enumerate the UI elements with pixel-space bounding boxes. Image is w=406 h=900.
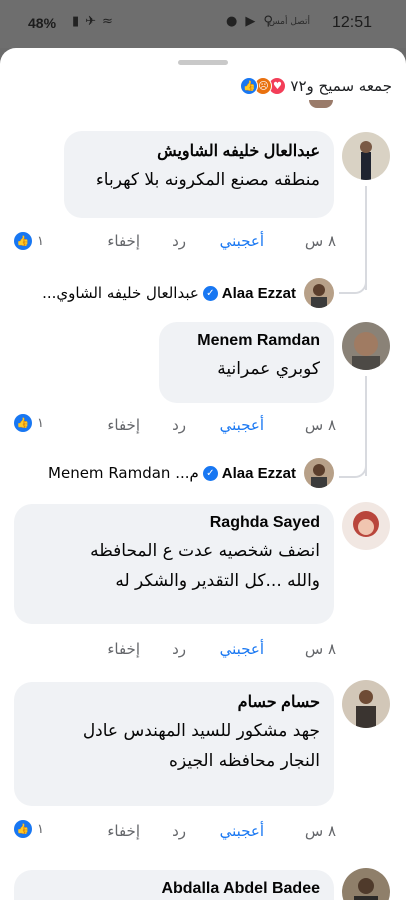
- avatar[interactable]: [342, 680, 390, 728]
- reply-author: Alaa Ezzat: [221, 284, 296, 302]
- verified-badge-icon: ✓: [202, 285, 218, 301]
- comment-text: جهد مشكور للسيد المهندس عادل النجار محاف…: [28, 716, 320, 776]
- reply-preview[interactable]: Alaa Ezzat ✓ عبدالعال خليفه الشاوي...: [42, 280, 296, 306]
- comment-bubble[interactable]: عبدالعال خليفه الشاويش منطقه مصنع المكرو…: [64, 131, 334, 218]
- reply-button[interactable]: رد: [172, 822, 186, 840]
- thread-connector: [339, 444, 367, 478]
- like-count-value: ١: [37, 415, 44, 431]
- comment-author[interactable]: Abdalla Abdel Badee: [28, 880, 320, 898]
- comment-text: انضف شخصيه عدت ع المحافظه والله ...كل ال…: [28, 536, 320, 596]
- comment-text-line: جهد مشكور للسيد المهندس عادل: [82, 721, 320, 741]
- like-icon: 👍: [14, 414, 32, 432]
- comment-text-line: انضف شخصيه عدت ع المحافظه: [90, 541, 320, 561]
- comment-text: منطقه مصنع المكرونه بلا كهرباء: [95, 170, 320, 190]
- comment-actions: ٨ س أعجبني رد إخفاء: [0, 640, 406, 662]
- like-icon: 👍: [14, 232, 32, 250]
- hide-button[interactable]: إخفاء: [107, 640, 140, 658]
- comment-author[interactable]: Menem Ramdan: [173, 332, 320, 350]
- reply-author: Alaa Ezzat: [221, 464, 296, 482]
- thread-connector: [339, 260, 367, 294]
- avatar[interactable]: [342, 502, 390, 550]
- reply-text: عبدالعال خليفه الشاوي...: [42, 284, 199, 302]
- like-button[interactable]: أعجبني: [220, 416, 264, 434]
- battery-level: 48%: [28, 15, 57, 31]
- comment-text-line: النجار محافظه الجيزه: [169, 751, 320, 771]
- avatar[interactable]: [342, 868, 390, 900]
- comment-text: كوبري عمرانية: [217, 359, 320, 379]
- avatar[interactable]: [342, 132, 390, 180]
- like-count[interactable]: 👍 ١: [14, 820, 44, 838]
- like-button[interactable]: أعجبني: [220, 822, 264, 840]
- like-button[interactable]: أعجبني: [220, 640, 264, 658]
- verified-badge-icon: ✓: [202, 465, 218, 481]
- status-time: 12:51: [331, 14, 372, 31]
- like-count[interactable]: 👍 ١: [14, 232, 44, 250]
- reactions-summary-label: جمعه سميح و٧٢: [290, 77, 392, 95]
- like-icon: 👍: [14, 820, 32, 838]
- avatar: [309, 100, 333, 108]
- reply-button[interactable]: رد: [172, 416, 186, 434]
- avatar[interactable]: [342, 322, 390, 370]
- comment-author[interactable]: حسام حسام: [28, 692, 320, 712]
- avatar[interactable]: [304, 278, 334, 308]
- hide-button[interactable]: إخفاء: [107, 822, 140, 840]
- comment-time: ٨ س: [304, 822, 336, 840]
- comment-text-line: والله ...كل التقدير والشكر له: [115, 571, 320, 591]
- like-count-value: ١: [37, 821, 44, 837]
- comment-time: ٨ س: [304, 640, 336, 658]
- avatar[interactable]: [304, 458, 334, 488]
- comment-bubble[interactable]: حسام حسام جهد مشكور للسيد المهندس عادل ا…: [14, 682, 334, 806]
- system-icons: ▮✈≈: [72, 14, 119, 29]
- comment-actions: ٨ س أعجبني رد إخفاء: [0, 822, 406, 844]
- hide-button[interactable]: إخفاء: [107, 232, 140, 250]
- reply-text: م... Menem Ramdan: [48, 464, 199, 482]
- comment-actions: ٨ س أعجبني رد إخفاء: [0, 232, 406, 254]
- comment-actions: ٨ س أعجبني رد إخفاء: [0, 416, 406, 438]
- comment-bubble[interactable]: Abdalla Abdel Badee: [14, 870, 334, 900]
- reply-button[interactable]: رد: [172, 232, 186, 250]
- like-count-value: ١: [37, 233, 44, 249]
- comments-sheet: جمعه سميح و٧٢ ♥ ☹ 👍 عبدالعال خليفه الشاو…: [0, 48, 406, 900]
- comment-time: ٨ س: [304, 232, 336, 250]
- sheet-grabber[interactable]: [178, 60, 228, 65]
- reply-preview[interactable]: Alaa Ezzat ✓ م... Menem Ramdan: [48, 460, 296, 486]
- comment-bubble[interactable]: Raghda Sayed انضف شخصيه عدت ع المحافظه و…: [14, 504, 334, 624]
- comment-author[interactable]: Raghda Sayed: [28, 514, 320, 532]
- status-bar: 48% ▮✈≈ ●▶⚲ أتصل أمس 12:51: [0, 0, 406, 48]
- comment-author[interactable]: عبدالعال خليفه الشاويش: [78, 141, 320, 161]
- reply-button[interactable]: رد: [172, 640, 186, 658]
- carrier-label: أتصل أمس: [268, 17, 310, 27]
- hide-button[interactable]: إخفاء: [107, 416, 140, 434]
- like-button[interactable]: أعجبني: [220, 232, 264, 250]
- like-count[interactable]: 👍 ١: [14, 414, 44, 432]
- reactions-summary[interactable]: جمعه سميح و٧٢ ♥ ☹ 👍: [240, 74, 392, 98]
- comment-time: ٨ س: [304, 416, 336, 434]
- comment-bubble[interactable]: Menem Ramdan كوبري عمرانية: [159, 322, 334, 403]
